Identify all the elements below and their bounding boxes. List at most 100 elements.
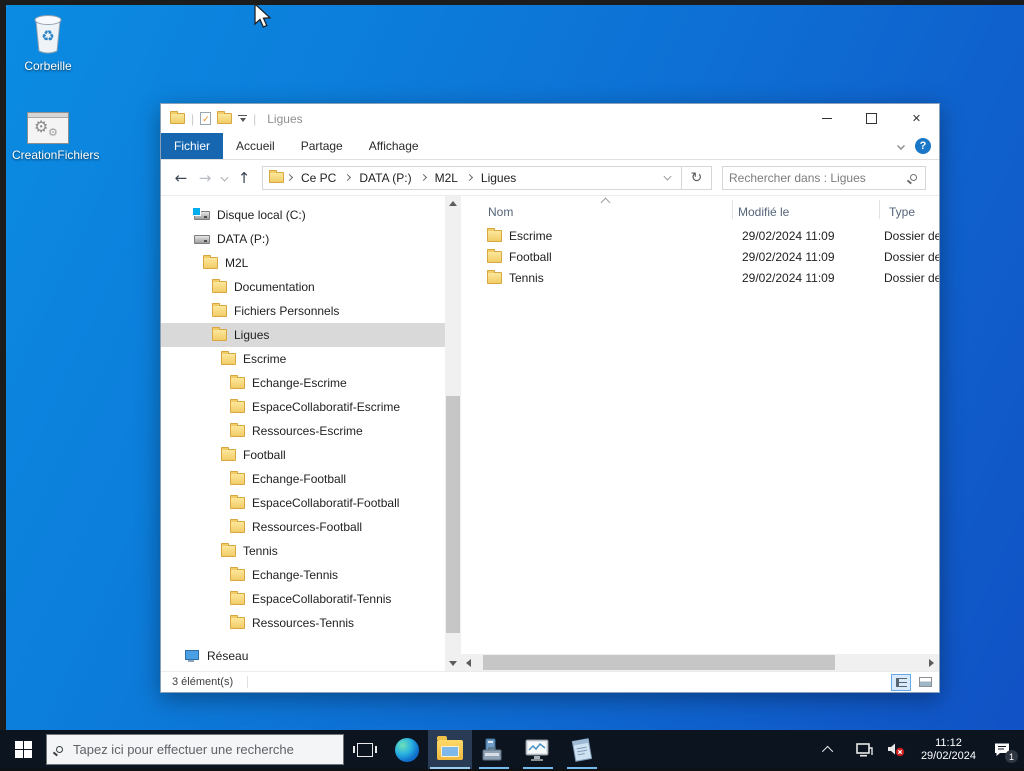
scroll-down-icon[interactable] [445, 656, 461, 671]
properties-icon[interactable] [200, 112, 212, 125]
thumbnails-view-button[interactable] [915, 674, 935, 691]
expand-ribbon-icon[interactable] [897, 142, 905, 150]
network-tray-button[interactable] [850, 730, 879, 769]
details-view-button[interactable] [891, 673, 911, 691]
file-row-football[interactable]: Football 29/02/2024 11:09 Dossier de fichi… [461, 246, 939, 267]
file-type: Dossier de fichiers [884, 270, 939, 285]
tree-item-echange-tennis[interactable]: Echange-Tennis [161, 563, 445, 587]
taskbar-app-notepad[interactable] [560, 730, 604, 769]
scroll-left-icon[interactable] [461, 654, 476, 671]
tab-affichage[interactable]: Affichage [356, 133, 432, 159]
desktop-icon-corbeille[interactable]: ♻ Corbeille [12, 10, 84, 73]
tab-accueil[interactable]: Accueil [223, 133, 288, 159]
file-row-tennis[interactable]: Tennis 29/02/2024 11:09 Dossier de fichier… [461, 267, 939, 288]
folder-icon [221, 351, 236, 365]
separator: | [191, 111, 195, 126]
help-icon[interactable]: ? [915, 138, 931, 154]
windows-logo-icon [14, 741, 32, 758]
forward-button[interactable]: → [195, 169, 215, 187]
tree-item-espacecollaboratif-football[interactable]: EspaceCollaboratif-Football [161, 491, 445, 515]
back-button[interactable]: ← [171, 169, 191, 187]
scroll-right-icon[interactable] [924, 654, 939, 671]
refresh-button[interactable]: ↻ [682, 165, 712, 190]
tab-partage[interactable]: Partage [288, 133, 356, 159]
tree-item-espacecollaboratif-escrime[interactable]: EspaceCollaboratif-Escrime [161, 395, 445, 419]
hidden-icons-button[interactable] [810, 730, 848, 769]
edge-button[interactable] [386, 730, 428, 769]
customize-qat-arrow-icon[interactable] [238, 115, 248, 122]
search-input[interactable] [729, 170, 910, 185]
taskbar-app-server-manager[interactable] [472, 730, 516, 769]
column-header-modifie[interactable]: Modifié le [738, 205, 789, 219]
tree-item-label: Football [243, 448, 286, 462]
system-monitor-icon [525, 739, 549, 761]
svg-text:♻: ♻ [41, 27, 54, 45]
tree-item-ressources-football[interactable]: Ressources-Football [161, 515, 445, 539]
tree-item-ressources-tennis[interactable]: Ressources-Tennis [161, 611, 445, 635]
tree-scrollbar[interactable] [445, 196, 461, 671]
up-button[interactable]: ↑ [234, 169, 254, 187]
search-box[interactable] [722, 165, 926, 190]
taskbar-search-input[interactable] [73, 742, 334, 757]
breadcrumb-segment-ligues[interactable]: Ligues [475, 171, 522, 185]
close-button[interactable] [894, 104, 939, 133]
new-folder-icon[interactable] [217, 111, 233, 124]
breadcrumb-segment-ce-pc[interactable]: Ce PC [295, 171, 342, 185]
tree-item-tennis[interactable]: Tennis [161, 539, 445, 563]
tab-fichier[interactable]: Fichier [161, 133, 224, 159]
task-view-button[interactable] [344, 730, 386, 769]
tree-item-escrime[interactable]: Escrime [161, 347, 445, 371]
column-header-nom[interactable]: Nom [488, 205, 513, 219]
tree-item-r-seau[interactable]: Réseau [161, 644, 445, 668]
taskbar-app-file-explorer[interactable] [428, 730, 472, 769]
file-row-escrime[interactable]: Escrime 29/02/2024 11:09 Dossier de fichie… [461, 225, 939, 246]
address-dropdown-icon[interactable] [663, 172, 672, 181]
tree-item-ressources-escrime[interactable]: Ressources-Escrime [161, 419, 445, 443]
tree-item-data-p[interactable]: DATA (P:) [161, 227, 445, 251]
breadcrumb-chevron-icon[interactable] [286, 173, 294, 182]
tree-item-espacecollaboratif-tennis[interactable]: EspaceCollaboratif-Tennis [161, 587, 445, 611]
breadcrumb-segment-data-p[interactable]: DATA (P:) [353, 171, 417, 185]
volume-muted-icon [887, 743, 905, 757]
breadcrumb-chevron-icon[interactable] [419, 173, 427, 182]
address-bar[interactable]: Ce PC DATA (P:) M2L Ligues [262, 165, 682, 190]
tree-item-echange-escrime[interactable]: Echange-Escrime [161, 371, 445, 395]
column-header-type[interactable]: Type [889, 205, 915, 219]
tree-item-label: Echange-Escrime [252, 376, 347, 390]
maximize-button[interactable] [849, 104, 894, 133]
action-center-button[interactable]: 1 [986, 730, 1018, 769]
tree-item-disque-local-c[interactable]: Disque local (C:) [161, 203, 445, 227]
tree-item-m2l[interactable]: M2L [161, 251, 445, 275]
taskbar-search[interactable] [46, 734, 344, 765]
folder-icon [230, 519, 245, 533]
breadcrumb-chevron-icon[interactable] [344, 173, 352, 182]
tree-item-documentation[interactable]: Documentation [161, 275, 445, 299]
minimize-button[interactable] [804, 104, 849, 133]
breadcrumb-segment-m2l[interactable]: M2L [429, 171, 464, 185]
tree-item-label: EspaceCollaboratif-Escrime [252, 400, 401, 414]
search-icon [910, 174, 917, 181]
taskbar-app-system-monitor[interactable] [516, 730, 560, 769]
start-button[interactable] [0, 730, 46, 769]
recycle-bin-icon: ♻ [30, 10, 66, 56]
title-bar[interactable]: | | Ligues [161, 104, 939, 133]
tree-item-echange-football[interactable]: Echange-Football [161, 467, 445, 491]
navigation-bar: ← → ↑ Ce PC DATA (P:) M2L Ligues ↻ [161, 160, 939, 196]
network-icon [185, 650, 200, 662]
tree-item-label: Ressources-Football [252, 520, 363, 534]
file-list-pane: Nom Modifié le Type Escrime 29/02/2024 11… [461, 196, 939, 671]
tree-item-fichiers-personnels[interactable]: Fichiers Personnels [161, 299, 445, 323]
tree-item-ligues[interactable]: Ligues [161, 323, 445, 347]
horizontal-scrollbar[interactable] [461, 654, 939, 671]
taskbar-clock[interactable]: 11:12 29/02/2024 [913, 737, 984, 763]
tree-item-label: Ressources-Tennis [252, 616, 355, 630]
recent-locations-icon[interactable] [220, 173, 229, 182]
breadcrumb-chevron-icon[interactable] [465, 173, 473, 182]
scrollbar-thumb[interactable] [483, 655, 835, 670]
tree-item-football[interactable]: Football [161, 443, 445, 467]
volume-tray-button[interactable] [881, 730, 911, 769]
scrollbar-thumb[interactable] [446, 395, 460, 633]
scroll-up-icon[interactable] [445, 196, 461, 211]
explorer-icon [170, 111, 185, 124]
desktop-icon-creationfichiers[interactable]: ⚙ ⚙ CreationFichiers [12, 106, 99, 162]
